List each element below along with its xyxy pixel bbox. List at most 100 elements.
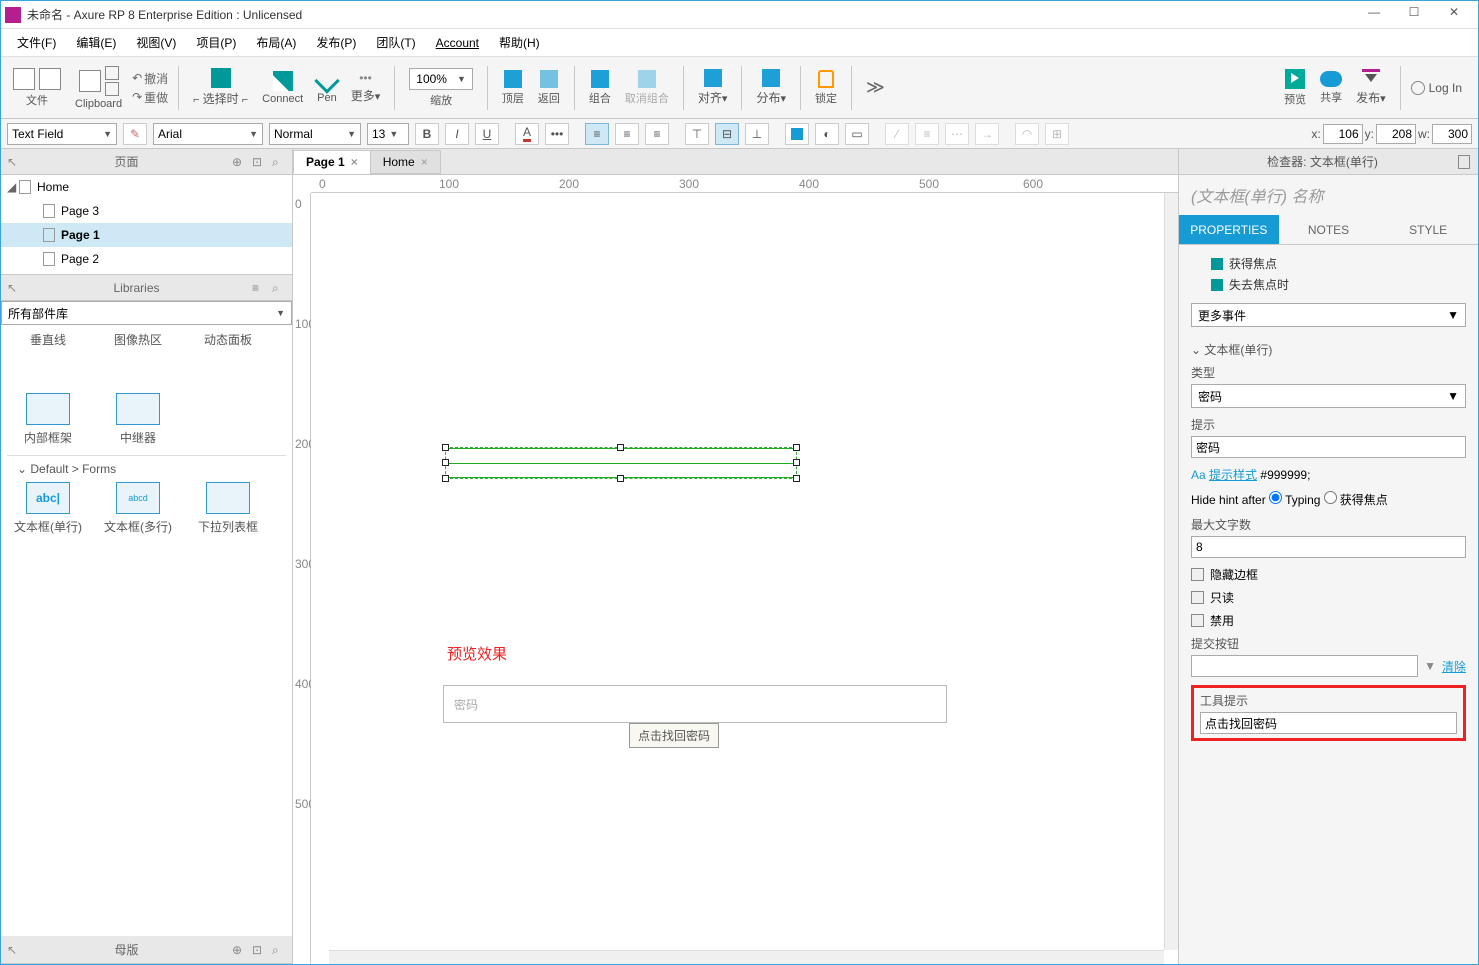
menu-account[interactable]: Account bbox=[428, 34, 487, 52]
tool-select[interactable]: ⌐ 选择时 ⌐ bbox=[189, 61, 252, 114]
border-button[interactable]: ▭ bbox=[845, 123, 869, 145]
valign-middle-button[interactable]: ⊟ bbox=[715, 123, 739, 145]
lib-item-dynamic[interactable]: 动态面板 bbox=[187, 331, 269, 385]
w-input[interactable] bbox=[1432, 124, 1472, 144]
scrollbar-horizontal[interactable] bbox=[329, 950, 1164, 964]
menu-view[interactable]: 视图(V) bbox=[128, 32, 184, 53]
lib-item-textfield[interactable]: abc|文本框(单行) bbox=[7, 482, 89, 536]
close-button[interactable]: ✕ bbox=[1442, 5, 1466, 25]
valign-top-button[interactable]: ⊤ bbox=[685, 123, 709, 145]
tab-close-button[interactable]: × bbox=[351, 155, 358, 169]
maxlen-input[interactable] bbox=[1191, 536, 1466, 558]
search-button[interactable]: ⌕ bbox=[272, 281, 286, 295]
type-dropdown[interactable]: 密码▼ bbox=[1191, 384, 1466, 408]
add-page-button[interactable]: ⊕ bbox=[232, 155, 246, 169]
check-disabled[interactable]: 禁用 bbox=[1191, 612, 1466, 629]
line-width-button[interactable]: ≡ bbox=[915, 123, 939, 145]
tool-ungroup[interactable]: 取消组合 bbox=[621, 61, 673, 114]
underline-button[interactable]: U bbox=[475, 123, 499, 145]
clear-link[interactable]: 清除 bbox=[1442, 658, 1466, 675]
selected-textfield-widget[interactable] bbox=[445, 447, 797, 479]
tool-preview[interactable]: 预览 bbox=[1280, 61, 1310, 114]
valign-bottom-button[interactable]: ⊥ bbox=[745, 123, 769, 145]
y-input[interactable] bbox=[1376, 124, 1416, 144]
lib-section-forms[interactable]: Default > Forms bbox=[7, 455, 286, 482]
font-size-dropdown[interactable]: 13▼ bbox=[367, 123, 409, 145]
add-folder-button[interactable]: ⊡ bbox=[252, 943, 266, 957]
tool-share[interactable]: 共享 bbox=[1316, 61, 1346, 114]
tree-item-page2[interactable]: Page 2 bbox=[1, 247, 292, 271]
radio-gotfocus[interactable] bbox=[1324, 491, 1337, 504]
widget-section-header[interactable]: 文本框(单行) bbox=[1191, 335, 1466, 364]
collapse-icon[interactable]: ↖ bbox=[7, 943, 21, 957]
menu-arrange[interactable]: 布局(A) bbox=[248, 32, 304, 53]
widget-name-input[interactable]: (文本框(单行) 名称 bbox=[1179, 175, 1478, 215]
tool-distribute[interactable]: 分布▾ bbox=[752, 61, 790, 114]
collapse-icon[interactable]: ↖ bbox=[7, 281, 21, 295]
opacity-button[interactable]: ◐ bbox=[815, 123, 839, 145]
align-center-button[interactable]: ≡ bbox=[615, 123, 639, 145]
tool-more[interactable]: ••• 更多▾ bbox=[347, 61, 385, 114]
tool-connect[interactable]: Connect bbox=[258, 61, 307, 114]
tab-style[interactable]: STYLE bbox=[1378, 215, 1478, 245]
fill-color-button[interactable] bbox=[785, 123, 809, 145]
lib-item-textarea[interactable]: abcd文本框(多行) bbox=[97, 482, 179, 536]
check-readonly[interactable]: 只读 bbox=[1191, 589, 1466, 606]
lib-item-vline[interactable]: 垂直线 bbox=[7, 331, 89, 385]
padding-button[interactable]: ⊞ bbox=[1045, 123, 1069, 145]
tool-overflow[interactable]: ≫ bbox=[862, 61, 889, 114]
canvas[interactable]: 预览效果 密码 点击找回密码 bbox=[311, 193, 1178, 964]
login-button[interactable]: Log In bbox=[1411, 81, 1462, 95]
tab-properties[interactable]: PROPERTIES bbox=[1179, 215, 1279, 245]
undo-button[interactable]: ↶ 撤消 bbox=[132, 70, 168, 87]
more-text-button[interactable]: ••• bbox=[545, 123, 569, 145]
library-dropdown[interactable]: 所有部件库▼ bbox=[1, 301, 292, 325]
search-button[interactable]: ⌕ bbox=[272, 155, 286, 169]
menu-team[interactable]: 团队(T) bbox=[368, 32, 423, 53]
submit-button-input[interactable] bbox=[1191, 655, 1418, 677]
add-folder-button[interactable]: ⊡ bbox=[252, 155, 266, 169]
lib-item-repeater[interactable]: 中继器 bbox=[97, 393, 179, 447]
tool-publish[interactable]: 发布▾ bbox=[1352, 61, 1390, 114]
minimize-button[interactable]: — bbox=[1362, 5, 1386, 25]
tab-home[interactable]: Home× bbox=[370, 150, 441, 174]
edit-style-button[interactable]: ✎ bbox=[123, 123, 147, 145]
bold-button[interactable]: B bbox=[415, 123, 439, 145]
arrow-button[interactable]: → bbox=[975, 123, 999, 145]
hint-style-link[interactable]: 提示样式 bbox=[1209, 468, 1257, 482]
collapse-icon[interactable]: ↖ bbox=[7, 155, 21, 169]
widget-style-dropdown[interactable]: Text Field▼ bbox=[7, 123, 117, 145]
align-right-button[interactable]: ≡ bbox=[645, 123, 669, 145]
italic-button[interactable]: I bbox=[445, 123, 469, 145]
lib-item-iframe[interactable]: 内部框架 bbox=[7, 393, 89, 447]
tool-file[interactable]: 文件 bbox=[9, 61, 65, 114]
hint-input[interactable] bbox=[1191, 436, 1466, 458]
tool-lock[interactable]: 锁定 bbox=[811, 61, 841, 114]
add-master-button[interactable]: ⊕ bbox=[232, 943, 246, 957]
radio-typing[interactable] bbox=[1269, 491, 1282, 504]
tool-group[interactable]: 组合 bbox=[585, 61, 615, 114]
tool-clipboard[interactable]: Clipboard bbox=[71, 61, 126, 114]
maximize-button[interactable]: ☐ bbox=[1402, 5, 1426, 25]
lib-item-droplist[interactable]: 下拉列表框 bbox=[187, 482, 269, 536]
tool-back[interactable]: 返回 bbox=[534, 61, 564, 114]
event-onlostfocus[interactable]: 失去焦点时 bbox=[1191, 274, 1466, 295]
menu-help[interactable]: 帮助(H) bbox=[491, 32, 548, 53]
tree-item-home[interactable]: ◢Home bbox=[1, 175, 292, 199]
search-button[interactable]: ⌕ bbox=[272, 943, 286, 957]
tree-item-page1[interactable]: Page 1 bbox=[1, 223, 292, 247]
preview-password-input[interactable]: 密码 bbox=[443, 685, 947, 723]
corner-radius-button[interactable]: ◠ bbox=[1015, 123, 1039, 145]
event-onfocus[interactable]: 获得焦点 bbox=[1191, 253, 1466, 274]
font-weight-dropdown[interactable]: Normal▼ bbox=[269, 123, 361, 145]
menu-file[interactable]: 文件(F) bbox=[9, 32, 64, 53]
redo-button[interactable]: ↷ 重做 bbox=[132, 89, 168, 106]
menu-edit[interactable]: 编辑(E) bbox=[68, 32, 124, 53]
line-color-button[interactable]: ∕ bbox=[885, 123, 909, 145]
tab-page1[interactable]: Page 1× bbox=[293, 150, 371, 174]
lib-item-hotspot[interactable]: 图像热区 bbox=[97, 331, 179, 385]
lib-menu-button[interactable]: ≡ bbox=[252, 281, 266, 295]
tab-close-button[interactable]: × bbox=[421, 155, 428, 169]
more-events-dropdown[interactable]: 更多事件▼ bbox=[1191, 303, 1466, 327]
menu-publish[interactable]: 发布(P) bbox=[308, 32, 364, 53]
